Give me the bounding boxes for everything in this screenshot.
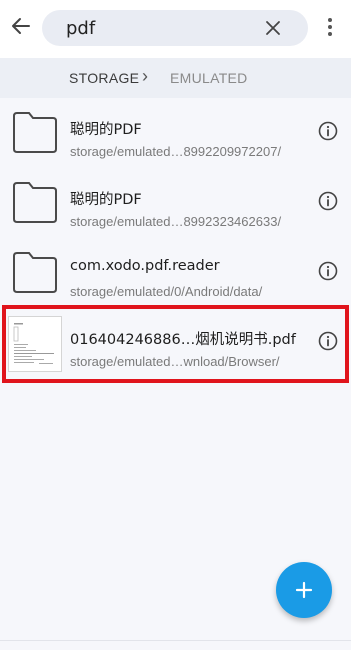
folder-icon: [13, 252, 57, 293]
info-icon: [318, 261, 338, 281]
back-button[interactable]: [8, 13, 34, 39]
breadcrumb-emulated[interactable]: EMULATED: [170, 70, 248, 86]
file-path: storage/emulated…8992323462633/: [70, 214, 282, 229]
arrow-left-icon: [12, 18, 30, 34]
search-input[interactable]: [66, 15, 256, 41]
file-path: storage/emulated…8992209972207/: [70, 144, 282, 159]
file-name: 聪明的PDF: [70, 192, 142, 208]
top-app-bar: [0, 0, 351, 58]
close-icon: [266, 21, 280, 35]
breadcrumb-storage[interactable]: STORAGE: [69, 70, 139, 86]
divider: [0, 640, 351, 641]
info-icon: [318, 191, 338, 211]
file-name: 016404246886…烟机说明书.pdf: [70, 332, 296, 348]
folder-icon: [13, 182, 57, 223]
document-preview-icon: [13, 323, 54, 364]
folder-icon: [13, 112, 57, 153]
file-name: com.xodo.pdf.reader: [70, 258, 220, 274]
list-item[interactable]: 016404246886…烟机说明书.pdf storage/emulated……: [0, 308, 351, 378]
plus-icon: [295, 581, 313, 599]
clear-search-button[interactable]: [262, 17, 284, 39]
add-fab-button[interactable]: [276, 562, 332, 618]
info-button[interactable]: [317, 190, 339, 212]
more-options-button[interactable]: [320, 14, 340, 40]
search-box: [42, 10, 308, 46]
file-name: 聪明的PDF: [70, 122, 142, 138]
list-item[interactable]: 聪明的PDF storage/emulated…8992209972207/: [0, 98, 351, 168]
info-icon: [318, 331, 338, 351]
info-button[interactable]: [317, 330, 339, 352]
info-button[interactable]: [317, 260, 339, 282]
pdf-thumbnail: [8, 316, 62, 372]
breadcrumb-separator: ›: [142, 66, 148, 86]
breadcrumb: STORAGE › EMULATED: [0, 58, 351, 98]
file-path: storage/emulated/0/Android/data/: [70, 284, 263, 299]
more-vert-icon: [328, 18, 332, 36]
file-path: storage/emulated…wnload/Browser/: [70, 354, 280, 369]
info-icon: [318, 121, 338, 141]
list-item[interactable]: com.xodo.pdf.reader storage/emulated/0/A…: [0, 238, 351, 308]
info-button[interactable]: [317, 120, 339, 142]
list-item[interactable]: 聪明的PDF storage/emulated…8992323462633/: [0, 168, 351, 238]
